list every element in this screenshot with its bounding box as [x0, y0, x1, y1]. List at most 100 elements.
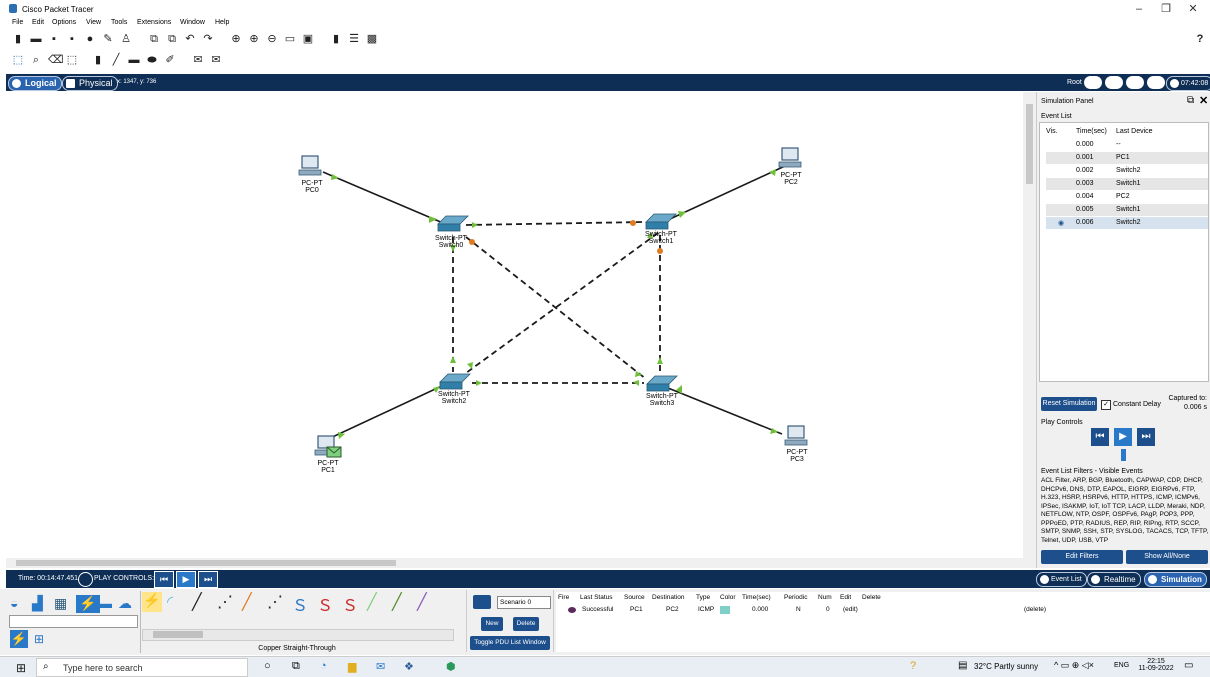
link-switch0-switch3[interactable]	[465, 236, 647, 380]
auto-cable-icon[interactable]: ⚡	[142, 592, 162, 612]
close-panel-icon[interactable]: ✕	[1199, 94, 1208, 107]
viewport-icon[interactable]	[1126, 76, 1144, 89]
tab-physical[interactable]: Physical	[62, 76, 118, 91]
network-info-icon[interactable]: ✎	[102, 33, 114, 45]
cable-scroll-thumb[interactable]	[153, 631, 203, 638]
new-file-icon[interactable]: ▮	[12, 33, 24, 45]
cluster-icon[interactable]	[1105, 76, 1123, 89]
event-row[interactable]: 0.003 Switch1	[1046, 178, 1208, 190]
forward-step-button[interactable]: ⏭	[198, 571, 218, 588]
pdu-row[interactable]: Successful PC1 PC2 ICMP 0.000 N 0 (edit)…	[556, 606, 1210, 616]
info-icon[interactable]	[473, 595, 491, 609]
custom-device-icon[interactable]: ▣	[302, 33, 314, 45]
power-cycle-icon[interactable]	[78, 572, 93, 587]
speed-slider[interactable]	[1121, 449, 1126, 461]
fire-status-icon[interactable]	[568, 607, 576, 613]
mail-icon[interactable]: ✉	[376, 660, 385, 673]
clock[interactable]: 22:15 11-09-2022	[1138, 658, 1174, 672]
zoom-out-icon[interactable]: ⊖	[266, 33, 278, 45]
octal-icon[interactable]: ╱	[367, 592, 377, 612]
add-complex-pdu-icon[interactable]: ✉	[210, 54, 222, 66]
serial-dte-icon[interactable]: Ｓ	[342, 592, 358, 616]
windows-start-icon[interactable]: ⊞	[16, 661, 26, 675]
phone-icon[interactable]: ⋰	[267, 592, 283, 612]
workspace-hscroll[interactable]	[6, 558, 1031, 568]
connections-subcategory-icon[interactable]: ⚡	[10, 630, 28, 648]
forward-button[interactable]: ⏭	[1137, 428, 1155, 446]
redo-icon[interactable]: ↷	[202, 33, 214, 45]
show-all-none-button[interactable]: Show All/None	[1126, 550, 1208, 564]
image-icon[interactable]: ▩	[366, 33, 378, 45]
edit-filters-button[interactable]: Edit Filters	[1041, 550, 1123, 564]
minimize-button[interactable]: –	[1128, 2, 1150, 16]
tray-icons[interactable]: ^ ▭ ⊕ ◁×	[1054, 660, 1094, 671]
undo-icon[interactable]: ↶	[184, 33, 196, 45]
switch3-icon[interactable]	[646, 375, 678, 392]
close-button[interactable]: ✕	[1182, 2, 1204, 16]
event-row-selected[interactable]: ◉ 0.006 Switch2	[1046, 217, 1208, 229]
console-cable-icon[interactable]: ◜	[167, 592, 173, 612]
realtime-button[interactable]: Realtime	[1087, 572, 1141, 587]
packet-tracer-taskbar-icon[interactable]: ⬢	[446, 660, 456, 673]
constant-delay-checkbox[interactable]: ✓	[1101, 400, 1111, 410]
resize-icon[interactable]: ⬚	[66, 54, 78, 66]
event-row[interactable]: 0.004 PC2	[1046, 191, 1208, 203]
pdu-envelope-icon[interactable]	[326, 446, 342, 458]
event-row[interactable]: 0.002 Switch2	[1046, 165, 1208, 177]
inspect-icon[interactable]: ⌕	[30, 54, 42, 66]
draw-line-icon[interactable]: ╱	[110, 54, 122, 66]
help-icon[interactable]: ?	[1194, 33, 1206, 45]
notes-icon[interactable]: ▮	[330, 33, 342, 45]
file-explorer-icon[interactable]: ▆	[348, 660, 356, 673]
components-icon[interactable]: ▦	[54, 595, 78, 613]
draw-ellipse-icon[interactable]: ⬬	[146, 54, 158, 66]
simulation-button[interactable]: Simulation	[1144, 572, 1207, 587]
menu-help[interactable]: Help	[215, 19, 229, 26]
usb-icon[interactable]: ╱	[417, 592, 427, 612]
iot-custom-icon[interactable]: ╱	[392, 592, 402, 612]
end-devices-icon[interactable]: ▟	[32, 595, 56, 613]
open-folder-icon[interactable]: ▬	[30, 33, 42, 45]
help-taskbar-icon[interactable]: ?	[910, 660, 916, 672]
event-row[interactable]: 0.000 --	[1046, 139, 1208, 151]
serial-dce-icon[interactable]: Ｓ	[317, 592, 333, 616]
crossover-icon[interactable]: ⋰	[217, 592, 233, 612]
event-list-button[interactable]: Event List	[1036, 572, 1087, 587]
drawing-palette-icon[interactable]: ▭	[284, 33, 296, 45]
delete-scenario-button[interactable]: Delete	[513, 617, 539, 631]
select-icon[interactable]: ⬚	[12, 54, 24, 66]
network-devices-icon[interactable]: ◒	[10, 595, 34, 613]
event-row[interactable]: 0.001 PC1	[1046, 152, 1208, 164]
event-row[interactable]: 0.005 Switch1	[1046, 204, 1208, 216]
workspace-vscroll[interactable]	[1023, 92, 1036, 568]
input-language[interactable]: ENG	[1114, 662, 1129, 669]
taskbar-search-box[interactable]: ⌕ Type here to search	[36, 658, 248, 677]
tab-logical[interactable]: Logical	[8, 76, 62, 91]
menu-window[interactable]: Window	[180, 19, 205, 26]
task-view-icon[interactable]: ⧉	[292, 660, 300, 673]
straight-through-icon[interactable]: ╱	[192, 592, 202, 612]
freeform-icon[interactable]: ✐	[164, 54, 176, 66]
draw-rectangle-icon[interactable]: ▬	[128, 54, 140, 66]
menu-edit[interactable]: Edit	[32, 19, 44, 26]
switch0-icon[interactable]	[437, 215, 469, 232]
user-profile-icon[interactable]: ♙	[120, 33, 132, 45]
delete-icon[interactable]: ⌫	[48, 54, 64, 66]
pc0-icon[interactable]	[298, 155, 322, 176]
play-run-button[interactable]: ▶	[176, 571, 196, 588]
edge-icon[interactable]: ◔	[320, 660, 327, 672]
coaxial-icon[interactable]: Ｓ	[292, 592, 308, 616]
pc3-icon[interactable]	[784, 425, 808, 446]
connections-icon[interactable]: ⚡	[76, 595, 100, 613]
environment-icon[interactable]	[1147, 76, 1165, 89]
place-note-icon[interactable]: ▮	[92, 54, 104, 66]
multiuser-icon[interactable]: ☁	[118, 595, 142, 613]
pdu-edit-link[interactable]: (edit)	[843, 606, 858, 613]
back-step-button[interactable]: ⏮	[154, 571, 174, 588]
toggle-pdu-list-button[interactable]: Toggle PDU List Window	[470, 636, 550, 650]
list-icon[interactable]: ☰	[348, 33, 360, 45]
pdu-delete-link[interactable]: (delete)	[1024, 606, 1046, 613]
copy-icon[interactable]: ⧉	[148, 33, 160, 45]
undock-icon[interactable]: ⧉	[1187, 95, 1194, 106]
menu-options[interactable]: Options	[52, 19, 76, 26]
